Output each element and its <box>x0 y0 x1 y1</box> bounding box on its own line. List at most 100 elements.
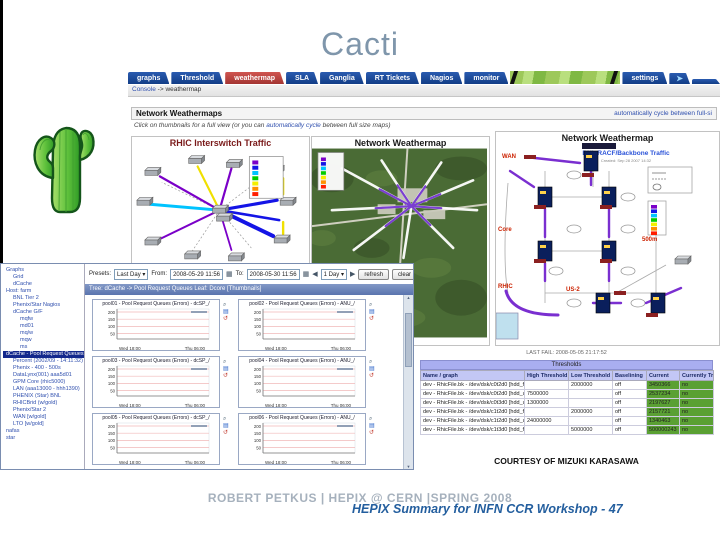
threshold-cell-name[interactable]: dev - RhicFile.bk - /dev/dsk/c1t2d0 [hdd… <box>420 416 525 426</box>
threshold-row: dev - RhicFile.bk - /dev/dsk/c0t3d0 [hdd… <box>420 398 714 408</box>
zoom-icon[interactable]: ⌕ <box>223 359 235 365</box>
graph-thumbnail[interactable]: pool04 - Pool Request Queues (Errors) - … <box>238 356 366 408</box>
tree-item[interactable]: PHENIX (Star) BNL <box>3 393 84 400</box>
tab-weathermap[interactable]: weathermap <box>225 72 284 84</box>
scroll-up-icon[interactable]: ▲ <box>404 295 413 300</box>
svg-text:100: 100 <box>254 438 262 443</box>
cycle-link[interactable]: automatically cycle between full-si <box>614 110 712 117</box>
zoom-icon[interactable]: ⌕ <box>223 416 235 422</box>
tree-item[interactable]: Phenix/Star 2 <box>3 407 84 414</box>
next-range-icon[interactable]: ▶ <box>350 270 355 278</box>
threshold-cell-name[interactable]: dev - RhicFile.bk - /dev/dsk/c0t2d0 [hdd… <box>420 380 525 390</box>
threshold-cell-baselining: off <box>612 407 647 417</box>
tab-graphs[interactable]: graphs <box>128 72 169 84</box>
tab-nagios[interactable]: Nagios <box>421 72 462 84</box>
tree-item[interactable]: GPM Core (rhic5000) <box>3 379 84 386</box>
tree-item[interactable]: Percent (2002/09 - 14:11:32) <box>3 358 84 365</box>
scrollbar-thumb[interactable] <box>405 313 412 367</box>
tab-sla[interactable]: SLA <box>286 72 318 84</box>
zoom-icon[interactable]: ⌕ <box>369 302 381 308</box>
legend-color-chip <box>320 184 326 189</box>
graph-thumbnail[interactable]: pool01 - Pool Request Queues (Errors) - … <box>92 299 220 351</box>
graph-x-labels: Wed 18:00 Thu 06:00 <box>265 460 351 465</box>
graph-source-icon[interactable]: ↺ <box>369 316 381 322</box>
refresh-button[interactable]: refresh <box>358 268 390 280</box>
tab-rt-tickets[interactable]: RT Tickets <box>366 72 419 84</box>
tree-item[interactable]: mq/w <box>3 330 84 337</box>
csv-export-icon[interactable]: ▤ <box>223 423 235 429</box>
tree-item[interactable]: BNL Tier 2 <box>3 295 84 302</box>
tree-item[interactable]: LAN (aaa13000 - hhh1390) <box>3 386 84 393</box>
csv-export-icon[interactable]: ▤ <box>369 366 381 372</box>
scroll-down-icon[interactable]: ▼ <box>404 464 413 469</box>
tab-cacti-icon[interactable]: ➤ <box>669 73 690 84</box>
zoom-icon[interactable]: ⌕ <box>369 359 381 365</box>
graph-source-icon[interactable]: ↺ <box>223 430 235 436</box>
tree-item[interactable]: Phenix - 400 - 500s <box>3 365 84 372</box>
tab-threshold[interactable]: Threshold <box>171 72 223 84</box>
map3-label-wan: WAN <box>502 154 516 160</box>
calendar-icon[interactable]: ▦ <box>226 270 233 278</box>
threshold-cell-name[interactable]: dev - RhicFile.bk - /dev/dsk/c0t3d0 [hdd… <box>420 398 525 408</box>
tab-settings[interactable]: settings <box>622 72 667 84</box>
tree-item[interactable]: mqw <box>3 337 84 344</box>
csv-export-icon[interactable]: ▤ <box>223 366 235 372</box>
svg-text:50: 50 <box>110 445 115 450</box>
threshold-cell-name[interactable]: dev - RhicFile.bk - /dev/dsk/c0t2d0 [hdd… <box>420 389 525 399</box>
tree-item[interactable]: dCache - Pool Request Queues <box>3 351 84 358</box>
tree-item[interactable]: Host: farm <box>3 288 84 295</box>
graph-source-icon[interactable]: ↺ <box>369 430 381 436</box>
clear-button[interactable]: clear <box>392 268 413 280</box>
tree-item[interactable]: DataLynx(001) aaa5d01 <box>3 372 84 379</box>
csv-export-icon[interactable]: ▤ <box>223 309 235 315</box>
tree-item[interactable]: Graphs <box>3 267 84 274</box>
graph-source-icon[interactable]: ↺ <box>223 316 235 322</box>
slide-title: Cacti <box>321 26 399 62</box>
graph-source-icon[interactable]: ↺ <box>223 373 235 379</box>
from-input[interactable]: 2008-05-29 11:56 <box>170 268 223 280</box>
tree-item[interactable]: ms <box>3 344 84 351</box>
threshold-cell-name[interactable]: dev - RhicFile.bk - /dev/dsk/c1t3d0 [hdd… <box>420 425 525 435</box>
tree-item[interactable]: dCache G/F <box>3 309 84 316</box>
to-input[interactable]: 2008-05-30 11:56 <box>246 268 300 280</box>
tree-item[interactable]: RHICBrid (w/gold) <box>3 400 84 407</box>
graph-scrollbar[interactable]: ▲ ▼ <box>403 295 413 469</box>
svg-text:50: 50 <box>256 445 261 450</box>
tree-item[interactable]: star <box>3 435 84 442</box>
zoom-icon[interactable]: ⌕ <box>369 416 381 422</box>
legend-color-chip <box>651 205 657 209</box>
weathermap-thumbnail-backbone[interactable]: Network Weathermap BNL RACF/Backbone Tra… <box>495 131 720 346</box>
calendar-icon[interactable]: ▦ <box>303 270 310 278</box>
threshold-cell-triggered: no <box>679 398 714 408</box>
graph-thumbnail[interactable]: pool02 - Pool Request Queues (Errors) - … <box>238 299 366 351</box>
svg-text:100: 100 <box>108 438 116 443</box>
tree-item[interactable]: nafas <box>3 428 84 435</box>
thresholds-table: Name / graph High Threshold Low Threshold B… <box>420 370 714 435</box>
graph-thumbnail[interactable]: pool03 - Pool Request Queues (Errors) - … <box>92 356 220 408</box>
prev-range-icon[interactable]: ◀ <box>312 270 317 278</box>
graph-x-labels: Wed 18:00 Thu 06:00 <box>119 403 205 408</box>
graph-plot: 200 150 100 50 <box>108 308 210 340</box>
tab-cutoff-stub[interactable] <box>692 79 720 84</box>
tree-item[interactable]: mqfw <box>3 316 84 323</box>
csv-export-icon[interactable]: ▤ <box>369 309 381 315</box>
tree-item[interactable]: WAN [w/gold] <box>3 414 84 421</box>
graph-thumbnail[interactable]: pool05 - Pool Request Queues (Errors) - … <box>92 413 220 465</box>
zoom-icon[interactable]: ⌕ <box>223 302 235 308</box>
graph-source-icon[interactable]: ↺ <box>369 373 381 379</box>
breadcrumb-console-link[interactable]: Console <box>132 86 156 93</box>
tab-ganglia[interactable]: Ganglia <box>320 72 364 84</box>
tab-monitor[interactable]: monitor <box>464 72 508 84</box>
presets-select[interactable]: Last Day ▾ <box>114 268 149 280</box>
tree-item[interactable]: md01 <box>3 323 84 330</box>
csv-export-icon[interactable]: ▤ <box>369 423 381 429</box>
tree-item[interactable]: dCache <box>3 281 84 288</box>
threshold-cell-name[interactable]: dev - RhicFile.bk - /dev/dsk/c1t2d0 [hdd… <box>420 407 525 417</box>
tree-item[interactable]: Grid <box>3 274 84 281</box>
subtext-cycle-link[interactable]: automatically cycle <box>266 122 321 129</box>
range-select[interactable]: 1 Day ▾ <box>320 268 347 280</box>
tree-item[interactable]: LTO [w/gold] <box>3 421 84 428</box>
tree-item[interactable]: Phenix/Star Nagios <box>3 302 84 309</box>
threshold-row: dev - RhicFile.bk - /dev/dsk/c1t2d0 [hdd… <box>420 407 714 417</box>
graph-thumbnail[interactable]: pool06 - Pool Request Queues (Errors) - … <box>238 413 366 465</box>
